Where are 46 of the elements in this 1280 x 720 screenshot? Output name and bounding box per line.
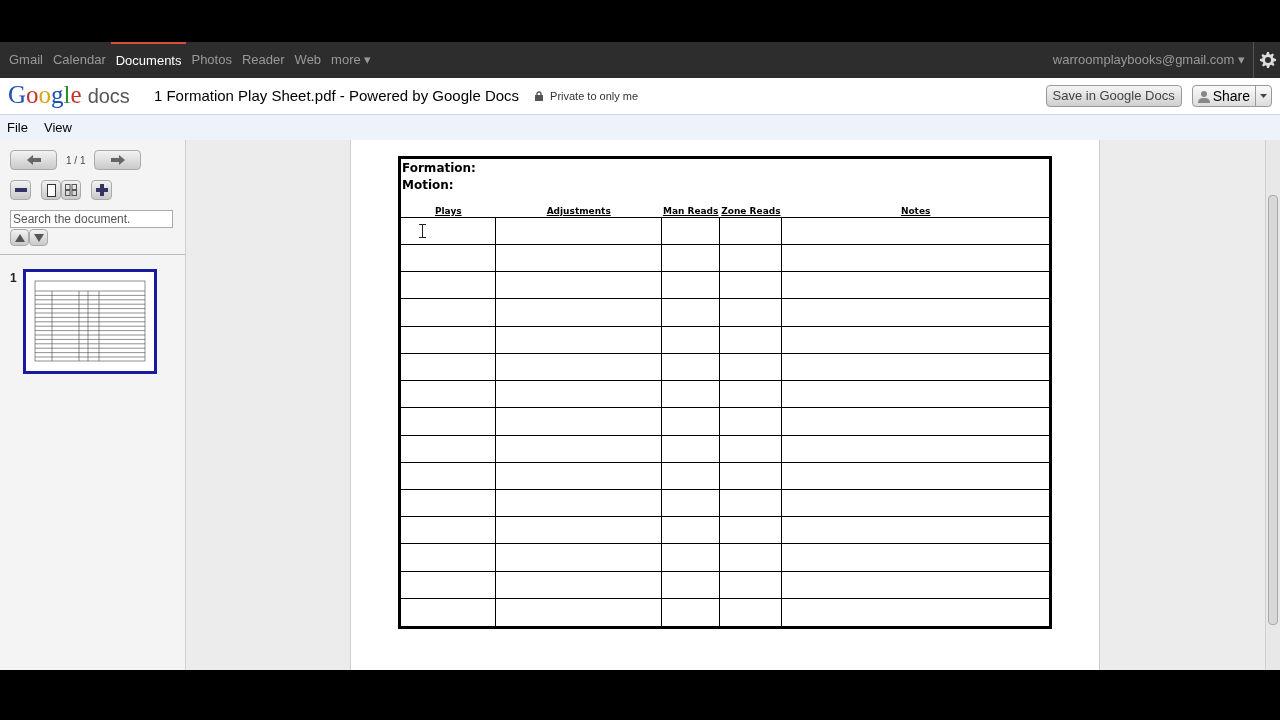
search-field[interactable]: Search the document.: [10, 210, 173, 228]
form-label: Formation:: [402, 160, 477, 177]
column-header: Adjustments: [546, 204, 611, 217]
privacy-label: Private to only me: [550, 88, 639, 104]
plus-icon: [95, 184, 108, 196]
nav-link[interactable]: Reader: [236, 42, 290, 78]
save-button[interactable]: Save in Google Docs: [1045, 85, 1182, 107]
account-link[interactable]: warroomplaybooks@gmail.com ▾: [1052, 50, 1253, 70]
single-page-view-button[interactable]: [41, 180, 61, 200]
nav-link[interactable]: Gmail: [4, 42, 48, 78]
up-triangle-icon: [14, 233, 25, 242]
down-triangle-icon: [33, 233, 44, 242]
logo: Google: [8, 82, 82, 107]
previous-page-button[interactable]: [10, 150, 57, 170]
minus-icon: [14, 188, 27, 192]
menu-item[interactable]: File: [7, 117, 28, 138]
person-icon: [1197, 89, 1210, 103]
next-page-button[interactable]: [94, 150, 142, 170]
column-header: Plays: [434, 204, 462, 217]
nav-link[interactable]: Photos: [186, 42, 237, 78]
scrollbar[interactable]: [1265, 140, 1280, 670]
settings-icon: [1260, 52, 1276, 68]
right-arrow-icon: [108, 154, 127, 166]
page-indicator: 1 / 1: [66, 153, 86, 168]
page-thumbnail[interactable]: [22, 269, 157, 374]
page-icon: [46, 183, 56, 197]
previous-match-button[interactable]: [10, 229, 29, 246]
lock-icon: [535, 91, 544, 101]
nav-link[interactable]: Web: [289, 42, 327, 78]
next-match-button[interactable]: [29, 229, 48, 246]
zoom-in-button[interactable]: [91, 180, 112, 200]
column-header: Notes: [900, 204, 931, 217]
form-label: Motion:: [402, 177, 455, 194]
document-title: 1 Formation Play Sheet.pdf - Powered by Google Docs: [153, 85, 520, 106]
column-header: Zone Reads: [721, 204, 781, 217]
zoom-out-button[interactable]: [10, 180, 31, 200]
nav-link[interactable]: Calendar: [47, 42, 111, 78]
grid-icon: [65, 184, 77, 196]
menu-item[interactable]: View: [43, 117, 72, 138]
logo-product-name: docs: [87, 84, 130, 109]
column-header: Man Reads: [662, 204, 719, 217]
page-number: 1: [10, 270, 17, 287]
caret-icon: [1260, 94, 1267, 98]
nav-link[interactable]: more ▾: [326, 42, 377, 78]
text-cursor-icon: [419, 223, 426, 238]
grid-view-button[interactable]: [61, 180, 81, 200]
